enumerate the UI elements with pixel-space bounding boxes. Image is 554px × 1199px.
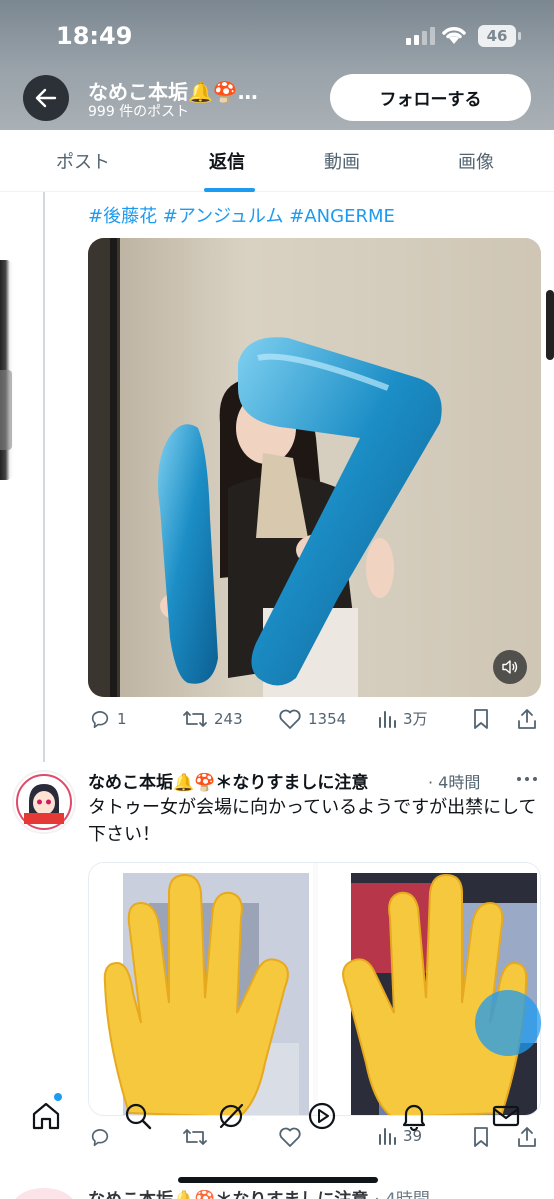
repost-icon — [183, 711, 207, 727]
bookmark-icon — [474, 1127, 488, 1147]
repost-button[interactable]: 243 — [182, 708, 243, 730]
next-post-time: · 4時間 — [374, 1190, 430, 1199]
home-indicator[interactable] — [178, 1177, 378, 1183]
views-count: 3万 — [403, 710, 428, 728]
tab-replies[interactable]: 返信 — [209, 148, 245, 174]
share-button[interactable] — [516, 708, 538, 730]
thread-connector-line — [43, 192, 45, 762]
active-tab-indicator — [204, 188, 255, 192]
share-icon — [518, 1127, 536, 1147]
heart-icon — [279, 1127, 301, 1147]
next-post-avatar[interactable] — [12, 1188, 76, 1199]
tab-videos[interactable]: 動画 — [324, 148, 360, 174]
reply-button[interactable]: 1 — [89, 708, 127, 730]
post2-display-name[interactable]: なめこ本垢🔔🍄＊なりすましに注意 — [88, 768, 368, 793]
post2-bookmark-button[interactable] — [471, 1126, 491, 1148]
post2-action-bar: 39 — [0, 1126, 554, 1156]
post2-text: タトゥー女が会場に向かっているようですが出禁にして下さい！ — [88, 797, 537, 845]
status-time: 18:49 — [56, 22, 133, 50]
like-count: 1354 — [308, 710, 347, 728]
post2-share-button[interactable] — [516, 1126, 538, 1148]
post2-repost-button[interactable] — [182, 1126, 208, 1148]
wifi-icon — [442, 27, 466, 44]
share-icon — [518, 709, 536, 729]
next-post-name-text: なめこ本垢🔔🍄＊なりすましに注意 — [88, 1190, 368, 1199]
post2-timestamp[interactable]: · 4時間 — [428, 769, 480, 793]
notification-dot — [54, 1093, 62, 1101]
post-video[interactable] — [88, 238, 541, 697]
compose-post-button[interactable] — [475, 990, 541, 1056]
post1-action-bar: 1 243 1354 3万 — [0, 708, 554, 738]
reply-icon — [91, 1129, 109, 1147]
like-button[interactable]: 1354 — [278, 708, 346, 730]
battery-tip — [518, 32, 521, 40]
avatar[interactable] — [12, 770, 76, 834]
reply-count: 1 — [117, 710, 127, 728]
next-post-display-name[interactable]: なめこ本垢🔔🍄＊なりすましに注意 · 4時間 — [88, 1185, 430, 1199]
tab-images[interactable]: 画像 — [458, 148, 494, 174]
views-icon — [379, 1128, 396, 1145]
follow-button[interactable]: フォローする — [330, 74, 531, 121]
views-button[interactable]: 3万 — [377, 708, 428, 729]
post2-views-count: 39 — [403, 1127, 423, 1145]
post2-images[interactable] — [88, 862, 541, 1116]
bookmark-button[interactable] — [471, 708, 491, 730]
repost-count: 243 — [214, 710, 243, 728]
avatar-image — [15, 773, 73, 831]
more-dots-icon[interactable] — [515, 775, 539, 783]
arrow-left-icon — [35, 88, 57, 108]
volume-button[interactable] — [493, 650, 527, 684]
repost-icon — [183, 1129, 207, 1145]
tab-posts[interactable]: ポスト — [56, 148, 110, 174]
post-hashtags[interactable]: #後藤花 #アンジュルム #ANGERME — [88, 202, 395, 228]
image-grid — [89, 863, 540, 1115]
cellular-signal-icon — [406, 27, 435, 45]
video-thumbnail — [88, 238, 541, 697]
battery-indicator: 46 — [478, 25, 516, 47]
heart-icon — [279, 709, 301, 729]
edge-artifact-2 — [0, 370, 12, 450]
profile-tabs: ポスト 返信 動画 画像 — [0, 130, 554, 192]
post2-reply-button[interactable] — [89, 1126, 111, 1148]
post2-views-button[interactable]: 39 — [377, 1126, 422, 1146]
post2-like-button[interactable] — [278, 1126, 302, 1148]
speaker-icon — [502, 660, 518, 674]
post-count: 999 件のポスト — [88, 104, 190, 120]
scroll-indicator[interactable] — [546, 290, 554, 360]
views-icon — [379, 710, 396, 728]
reply-icon — [91, 711, 109, 729]
bookmark-icon — [474, 709, 488, 729]
back-button[interactable] — [23, 75, 69, 121]
